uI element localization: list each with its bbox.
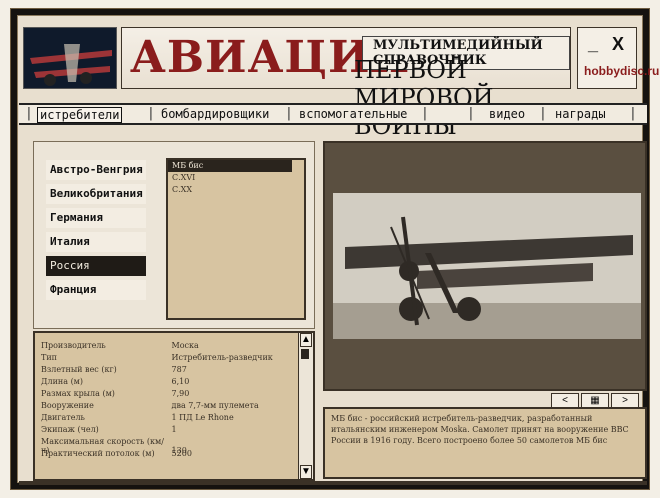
country-item-italy[interactable]: Италия — [46, 232, 146, 252]
spec-row: Практический потолок (м) 5200 — [41, 449, 192, 458]
title-box: АВИАЦИЯ МУЛЬТИМЕДИЙНЫЙ СПРАВОЧНИК ПЕРВОЙ… — [121, 27, 571, 140]
spec-row: Двигатель 1 ПД Le Rhone — [41, 413, 234, 422]
spec-value: Моска — [171, 341, 199, 350]
spec-row: Экипаж (чел) 1 — [41, 425, 177, 434]
aircraft-item[interactable]: С.XVI — [168, 172, 304, 184]
specs-scrollbar[interactable]: ▲ ▼ — [298, 333, 313, 479]
spec-label: Взлетный вес (кг) — [41, 365, 117, 374]
scroll-down-button[interactable]: ▼ — [300, 465, 312, 479]
spec-row: Размах крыла (м) 7,90 — [41, 389, 189, 398]
specs-panel: Производитель Моска Тип Истребитель-разв… — [33, 331, 315, 481]
spec-label: Длина (м) — [41, 377, 84, 386]
country-item-great-britain[interactable]: Великобритания — [46, 184, 146, 204]
country-item-austro-hungary[interactable]: Австро-Венгрия — [46, 160, 146, 180]
bottom-bar — [19, 481, 647, 485]
spec-value: 787 — [171, 365, 187, 374]
spec-label: Практический потолок (м) — [41, 449, 155, 458]
selection-panel: Австро-Венгрия Великобритания Германия И… — [33, 141, 315, 329]
app-window: АВИАЦИЯ МУЛЬТИМЕДИЙНЫЙ СПРАВОЧНИК ПЕРВОЙ… — [10, 8, 659, 490]
brand-box: _ X hobbydisc.ru — [577, 27, 659, 89]
nav-separator: | — [539, 106, 547, 121]
nav-separator: | — [467, 106, 475, 121]
aircraft-item[interactable]: С.XX — [168, 184, 304, 196]
nav-separator: | — [25, 106, 33, 121]
main-nav: | истребители | бомбардировщики | вспомо… — [19, 103, 647, 125]
country-item-russia[interactable]: Россия — [46, 256, 146, 276]
aircraft-image-panel — [323, 141, 647, 391]
nav-separator: | — [421, 106, 429, 121]
biplane-illustration — [24, 28, 116, 88]
spec-row: Длина (м) 6,10 — [41, 377, 189, 386]
nav-tab-awards[interactable]: награды — [555, 107, 606, 121]
spec-value: Истребитель-разведчик — [171, 353, 273, 362]
country-list: Австро-Венгрия Великобритания Германия И… — [46, 160, 146, 304]
spec-row: Вооружение два 7,7-мм пулемета — [41, 401, 259, 410]
spec-label: Вооружение — [41, 401, 94, 410]
close-button[interactable]: X — [612, 34, 624, 55]
aircraft-description: МБ бис - российский истребитель-разведчи… — [331, 414, 629, 445]
brand-logo: hobbydisc.ru — [584, 64, 660, 78]
spec-value: два 7,7-мм пулемета — [171, 401, 259, 410]
spec-label: Производитель — [41, 341, 106, 350]
spec-row: Тип Истребитель-разведчик — [41, 353, 273, 362]
nav-separator: | — [629, 106, 637, 121]
nav-tab-bombers[interactable]: бомбардировщики — [161, 107, 269, 121]
scroll-thumb[interactable] — [301, 349, 309, 359]
spec-value: 6,10 — [171, 377, 190, 386]
country-item-germany[interactable]: Германия — [46, 208, 146, 228]
aircraft-photo-illustration — [333, 193, 641, 339]
nav-separator: | — [147, 106, 155, 121]
minimize-button[interactable]: _ — [588, 34, 598, 55]
spec-label: Тип — [41, 353, 57, 362]
spec-value: 7,90 — [171, 389, 190, 398]
aircraft-photo — [333, 193, 641, 339]
header: АВИАЦИЯ МУЛЬТИМЕДИЙНЫЙ СПРАВОЧНИК ПЕРВОЙ… — [17, 19, 659, 140]
spec-label: Экипаж (чел) — [41, 425, 99, 434]
spec-label: Двигатель — [41, 413, 85, 422]
nav-tab-auxiliary[interactable]: вспомогательные — [299, 107, 407, 121]
nav-tab-video[interactable]: видео — [489, 107, 525, 121]
spec-row: Производитель Моска — [41, 341, 199, 350]
nav-tab-fighters[interactable]: истребители — [37, 107, 123, 123]
spec-value: 1 ПД Le Rhone — [171, 413, 234, 422]
aircraft-list: МБ бис С.XVI С.XX — [166, 158, 306, 320]
spec-value: 5200 — [171, 449, 192, 458]
app-subtitle-bottom: ПЕРВОЙ МИРОВОЙ ВОЙНЫ — [354, 56, 494, 140]
image-controls: < ▦ > — [551, 393, 647, 409]
description-panel: МБ бис - российский истребитель-разведчи… — [323, 407, 647, 479]
spec-row: Взлетный вес (кг) 787 — [41, 365, 187, 374]
aircraft-item[interactable]: МБ бис — [168, 160, 292, 172]
scroll-up-button[interactable]: ▲ — [300, 333, 312, 347]
spec-label: Размах крыла (м) — [41, 389, 115, 398]
spec-value: 1 — [171, 425, 177, 434]
country-item-france[interactable]: Франция — [46, 280, 146, 300]
nav-separator: | — [285, 106, 293, 121]
header-logo-image — [23, 27, 117, 89]
